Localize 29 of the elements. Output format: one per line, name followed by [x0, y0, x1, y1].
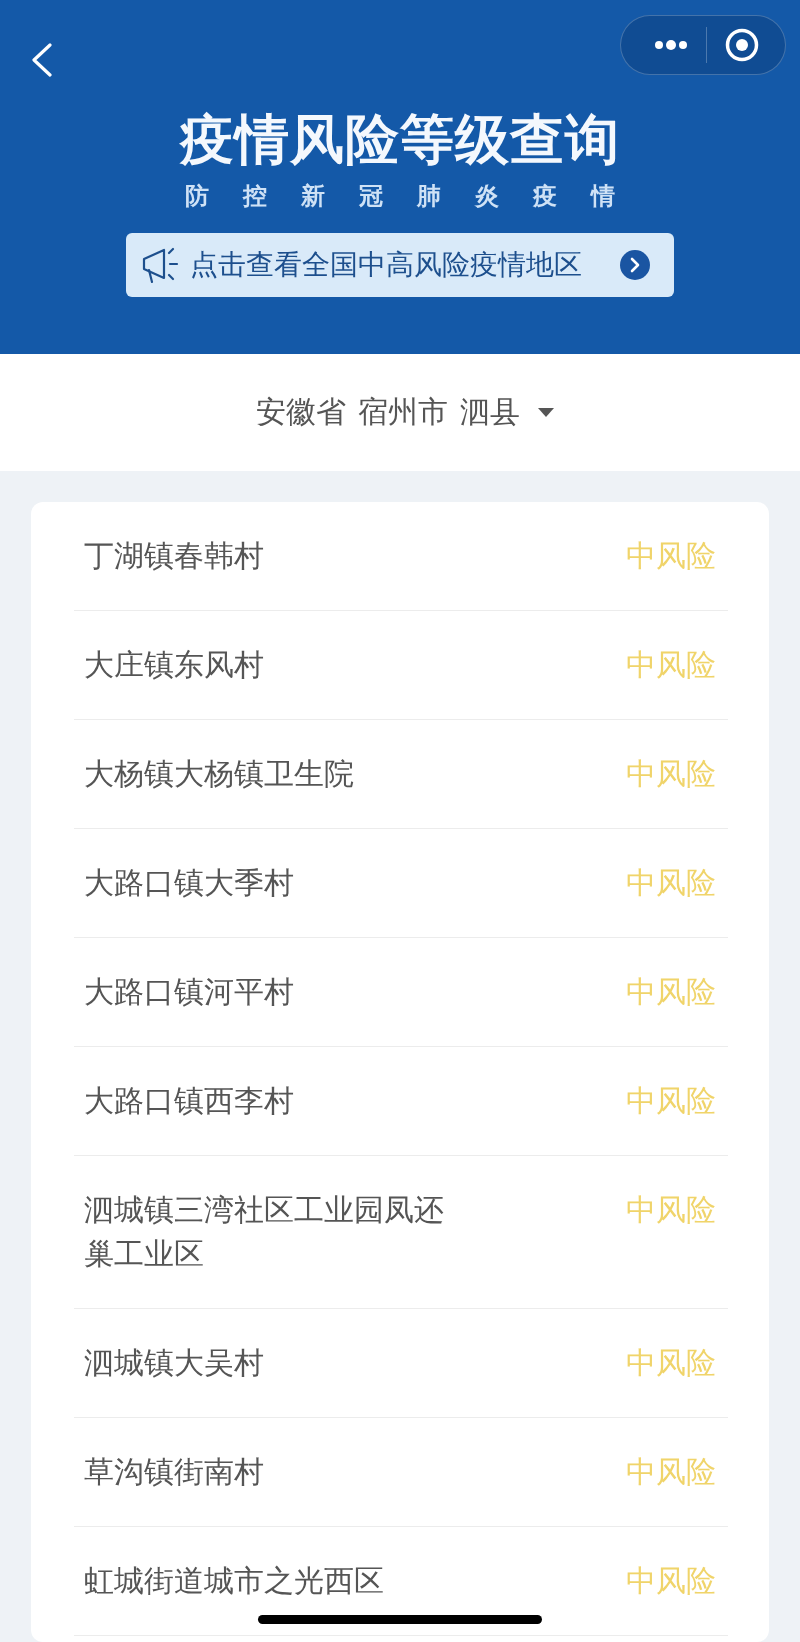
- area-name: 泗城镇大吴村: [84, 1344, 264, 1382]
- banner-link[interactable]: 点击查看全国中高风险疫情地区: [126, 233, 674, 297]
- risk-label: 中风险: [626, 537, 716, 575]
- risk-label: 中风险: [626, 1191, 716, 1229]
- area-name: 丁湖镇春韩村: [84, 537, 264, 575]
- risk-label: 中风险: [626, 755, 716, 793]
- risk-label: 中风险: [626, 1082, 716, 1120]
- area-name: 虹城街道城市之光西区: [84, 1562, 384, 1600]
- chevron-circle-icon: [620, 250, 650, 280]
- area-name: 草沟镇街南村: [84, 1453, 264, 1491]
- area-name: 大路口镇河平村: [84, 973, 294, 1011]
- ring-icon[interactable]: [725, 28, 759, 62]
- page-title: 疫情风险等级查询: [180, 110, 620, 170]
- area-name: 大庄镇东风村: [84, 646, 264, 684]
- risk-label: 中风险: [626, 1562, 716, 1600]
- page-subtitle: 防控新冠肺炎疫情: [185, 181, 649, 211]
- region-selector[interactable]: 安徽省 宿州市 泗县: [256, 392, 554, 433]
- area-name: 大杨镇大杨镇卫生院: [84, 755, 354, 793]
- back-icon[interactable]: [30, 43, 54, 77]
- more-icon[interactable]: [654, 40, 688, 50]
- area-name: 大路口镇大季村: [84, 864, 294, 902]
- risk-label: 中风险: [626, 973, 716, 1011]
- risk-label: 中风险: [626, 1344, 716, 1382]
- area-name: 泗城镇三湾社区工业园凤还巢工业区: [84, 1191, 445, 1273]
- risk-label: 中风险: [626, 646, 716, 684]
- area-name: 大路口镇西李村: [84, 1082, 294, 1120]
- risk-label: 中风险: [626, 1453, 716, 1491]
- caret-icon: [538, 408, 554, 417]
- risk-label: 中风险: [626, 864, 716, 902]
